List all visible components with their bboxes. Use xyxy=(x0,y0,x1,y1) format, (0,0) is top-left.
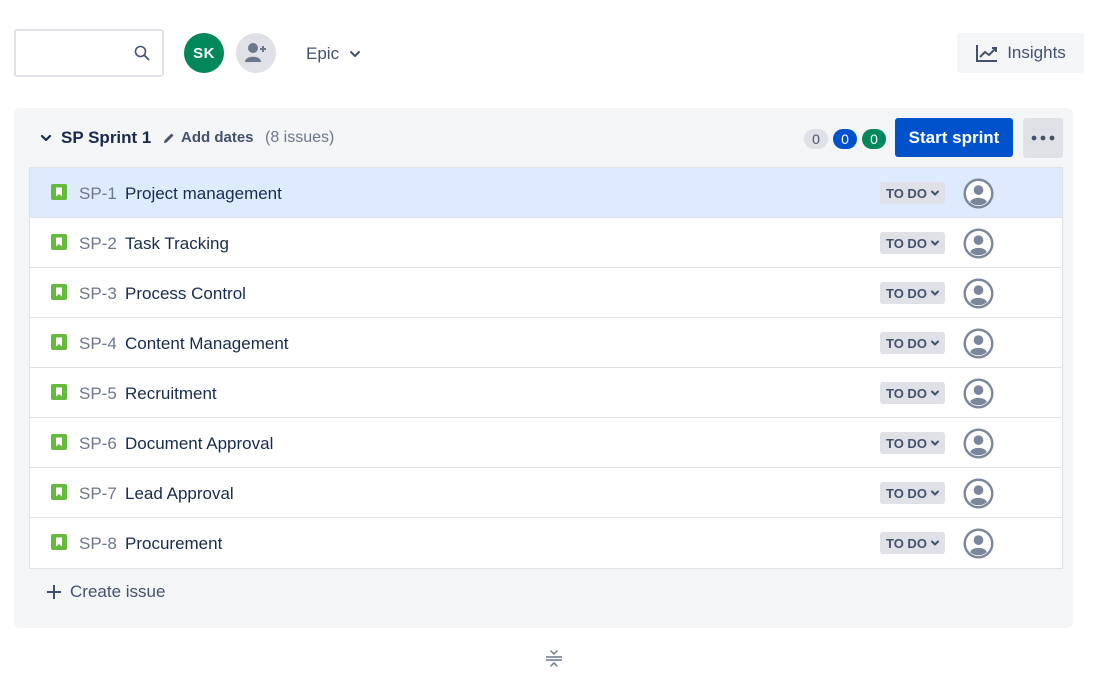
status-dropdown[interactable]: TO DO xyxy=(880,532,945,554)
status-label: TO DO xyxy=(886,235,927,251)
chevron-down-icon xyxy=(930,290,939,296)
unassigned-avatar-icon[interactable] xyxy=(963,378,994,409)
search-icon xyxy=(134,45,150,61)
story-icon xyxy=(51,284,67,300)
issue-summary: Lead Approval xyxy=(125,484,234,503)
issue-row[interactable]: SP-2 Task Tracking TO DO xyxy=(30,218,1062,268)
status-dropdown[interactable]: TO DO xyxy=(880,482,945,504)
add-people-button[interactable] xyxy=(236,33,276,73)
status-label: TO DO xyxy=(886,285,927,301)
unassigned-avatar-icon[interactable] xyxy=(963,228,994,259)
issue-key[interactable]: SP-3 xyxy=(79,284,117,304)
chevron-down-icon xyxy=(930,440,939,446)
status-dropdown[interactable]: TO DO xyxy=(880,232,945,254)
issue-list: SP-1 Project management TO DO SP-2 Task … xyxy=(29,167,1063,569)
done-count-badge: 0 xyxy=(862,129,886,149)
insights-label: Insights xyxy=(1007,43,1066,62)
status-label: TO DO xyxy=(886,435,927,451)
add-person-icon xyxy=(245,43,266,62)
issue-row[interactable]: SP-7 Lead Approval TO DO xyxy=(30,468,1062,518)
chevron-down-icon[interactable] xyxy=(39,131,53,145)
pencil-icon xyxy=(164,133,174,143)
user-avatar[interactable]: SK xyxy=(184,33,224,73)
story-icon xyxy=(51,234,67,250)
unassigned-avatar-icon[interactable] xyxy=(963,478,994,509)
issue-key[interactable]: SP-8 xyxy=(79,534,117,554)
status-dropdown[interactable]: TO DO xyxy=(880,282,945,304)
issue-summary: Procurement xyxy=(125,534,223,553)
start-sprint-button[interactable]: Start sprint xyxy=(895,118,1013,157)
status-label: TO DO xyxy=(886,535,927,551)
status-dropdown[interactable]: TO DO xyxy=(880,432,945,454)
issue-key[interactable]: SP-4 xyxy=(79,334,117,354)
issue-row[interactable]: SP-3 Process Control TO DO xyxy=(30,268,1062,318)
status-label: TO DO xyxy=(886,185,927,201)
status-counts: 0 0 0 xyxy=(804,129,886,149)
issue-summary: Content Management xyxy=(125,334,289,353)
story-icon xyxy=(51,484,67,500)
insights-button[interactable]: Insights xyxy=(957,33,1084,73)
add-dates-label: Add dates xyxy=(181,129,254,146)
status-label: TO DO xyxy=(886,485,927,501)
story-icon xyxy=(51,384,67,400)
chevron-down-icon xyxy=(930,190,939,196)
issue-key[interactable]: SP-7 xyxy=(79,484,117,504)
unassigned-avatar-icon[interactable] xyxy=(963,528,994,559)
issue-count: (8 issues) xyxy=(265,129,335,146)
sprint-container: SP Sprint 1 Add dates (8 issues) 0 0 0 S… xyxy=(14,108,1073,628)
issue-row[interactable]: SP-4 Content Management TO DO xyxy=(30,318,1062,368)
issue-key[interactable]: SP-1 xyxy=(79,184,117,204)
sprint-name[interactable]: SP Sprint 1 xyxy=(61,128,151,148)
issue-key[interactable]: SP-5 xyxy=(79,384,117,404)
chevron-down-icon xyxy=(930,340,939,346)
issue-summary: Task Tracking xyxy=(125,234,229,253)
status-dropdown[interactable]: TO DO xyxy=(880,182,945,204)
chevron-down-icon xyxy=(930,540,939,546)
story-icon xyxy=(51,534,67,550)
chart-trend-icon xyxy=(976,45,998,62)
status-dropdown[interactable]: TO DO xyxy=(880,382,945,404)
issue-row[interactable]: SP-6 Document Approval TO DO xyxy=(30,418,1062,468)
chevron-down-icon xyxy=(350,51,361,57)
issue-row[interactable]: SP-1 Project management TO DO xyxy=(30,168,1062,218)
chevron-down-icon xyxy=(930,390,939,396)
create-issue-label: Create issue xyxy=(70,582,166,601)
issue-summary: Process Control xyxy=(125,284,246,303)
status-label: TO DO xyxy=(886,335,927,351)
chevron-down-icon xyxy=(930,240,939,246)
unassigned-avatar-icon[interactable] xyxy=(963,278,994,309)
resize-handle-icon[interactable] xyxy=(545,648,563,668)
todo-count-badge: 0 xyxy=(804,129,828,149)
issue-row[interactable]: SP-5 Recruitment TO DO xyxy=(30,368,1062,418)
status-dropdown[interactable]: TO DO xyxy=(880,332,945,354)
unassigned-avatar-icon[interactable] xyxy=(963,178,994,209)
plus-icon xyxy=(47,585,61,599)
issue-key[interactable]: SP-6 xyxy=(79,434,117,454)
avatar-initials: SK xyxy=(193,44,215,62)
issue-summary: Project management xyxy=(125,184,282,203)
issue-key[interactable]: SP-2 xyxy=(79,234,117,254)
more-icon xyxy=(1031,135,1055,141)
issue-summary: Document Approval xyxy=(125,434,274,453)
search-input[interactable] xyxy=(24,41,124,65)
unassigned-avatar-icon[interactable] xyxy=(963,428,994,459)
search-box[interactable] xyxy=(14,29,164,77)
status-label: TO DO xyxy=(886,385,927,401)
epic-filter-label: Epic xyxy=(306,44,340,63)
sprint-header: SP Sprint 1 Add dates (8 issues) 0 0 0 S… xyxy=(14,108,1073,168)
in-progress-count-badge: 0 xyxy=(833,129,857,149)
add-dates-button[interactable]: Add dates xyxy=(162,129,254,146)
unassigned-avatar-icon[interactable] xyxy=(963,328,994,359)
chevron-down-icon xyxy=(930,490,939,496)
epic-filter-dropdown[interactable]: Epic xyxy=(298,38,369,70)
create-issue-button[interactable]: Create issue xyxy=(46,582,165,602)
story-icon xyxy=(51,434,67,450)
story-icon xyxy=(51,334,67,350)
story-icon xyxy=(51,184,67,200)
issue-row[interactable]: SP-8 Procurement TO DO xyxy=(30,518,1062,568)
issue-summary: Recruitment xyxy=(125,384,217,403)
more-actions-button[interactable] xyxy=(1023,118,1063,158)
